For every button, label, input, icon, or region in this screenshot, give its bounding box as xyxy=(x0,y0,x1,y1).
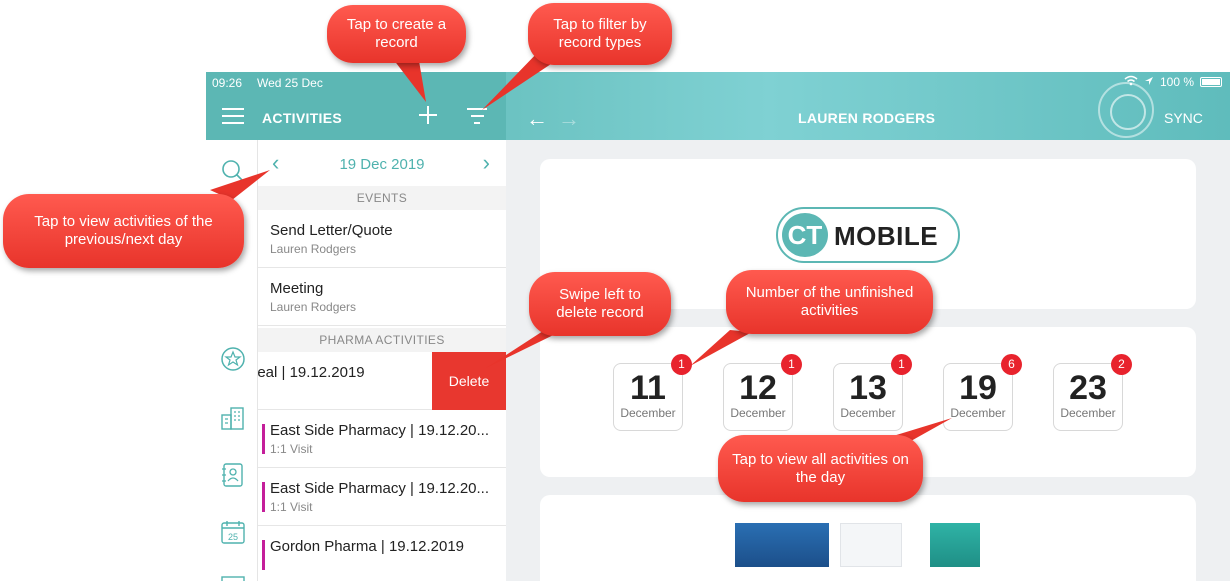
callout-create: Tap to create a record xyxy=(327,5,466,63)
callout-view-day: Tap to view all activities on the day xyxy=(718,435,923,502)
callout-unfinished: Number of the unfinished activities xyxy=(726,270,933,334)
callout-swipe: Swipe left to delete record xyxy=(529,272,671,336)
callout-filter: Tap to filter by record types xyxy=(528,3,672,65)
callout-prev-next: Tap to view activities of the previous/n… xyxy=(3,194,244,268)
